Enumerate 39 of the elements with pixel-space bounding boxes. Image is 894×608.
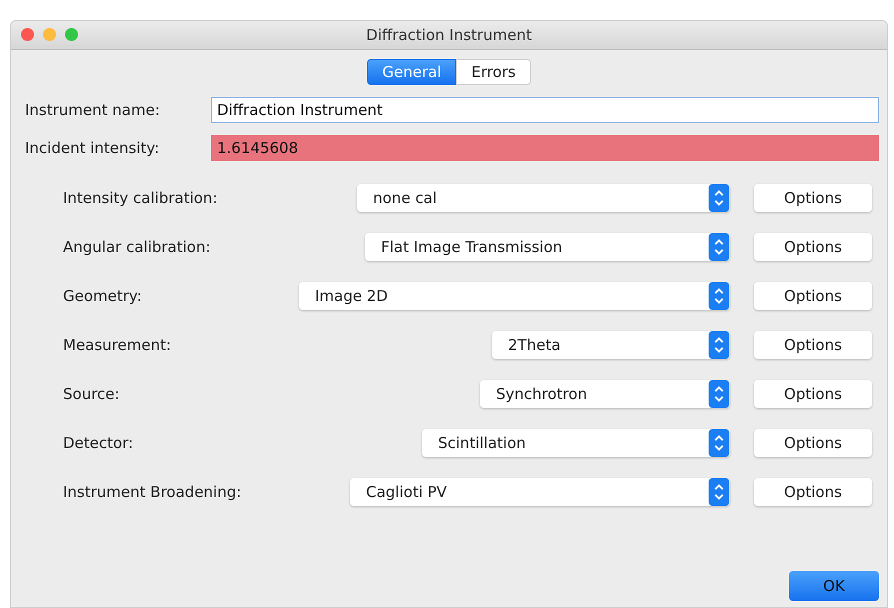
stepper-icon [708,184,730,212]
options-button[interactable]: Options [754,184,872,212]
input-field[interactable]: Diffraction Instrument [211,97,879,123]
setting-label: Geometry: [63,286,143,304]
minimize-button[interactable] [43,28,56,41]
tab[interactable]: Errors [456,59,531,85]
dropdown[interactable]: Image 2D [299,282,730,310]
options-button[interactable]: Options [754,232,872,260]
tab[interactable]: General [367,59,456,85]
dropdown[interactable]: Caglioti PV [350,478,730,506]
dropdown[interactable]: Synchrotron [480,380,730,408]
zoom-button[interactable] [65,28,78,41]
stepper-icon [708,380,730,408]
field-label: Incident intensity: [25,139,160,157]
stepper-icon [708,428,730,456]
input-field[interactable]: 1.6145608 [211,135,879,161]
setting-label: Detector: [63,434,134,452]
dropdown[interactable]: 2Theta [492,330,730,358]
stepper-icon [708,478,730,506]
dropdown[interactable]: none cal [357,184,730,212]
setting-label: Instrument Broadening: [63,482,242,500]
setting-label: Intensity calibration: [63,188,218,206]
setting-label: Angular calibration: [63,238,212,256]
setting-label: Source: [63,384,121,402]
options-button[interactable]: Options [754,428,872,456]
options-button[interactable]: Options [754,330,872,358]
ok-button[interactable]: OK [789,571,879,601]
window-title: Diffraction Instrument [366,26,532,44]
dropdown[interactable]: Flat Image Transmission [365,232,730,260]
setting-label: Measurement: [63,336,172,354]
field-label: Instrument name: [25,101,161,119]
close-button[interactable] [21,28,34,41]
options-button[interactable]: Options [754,478,872,506]
options-button[interactable]: Options [754,380,872,408]
options-button[interactable]: Options [754,282,872,310]
dropdown[interactable]: Scintillation [422,428,730,456]
stepper-icon [708,330,730,358]
stepper-icon [708,232,730,260]
stepper-icon [708,282,730,310]
